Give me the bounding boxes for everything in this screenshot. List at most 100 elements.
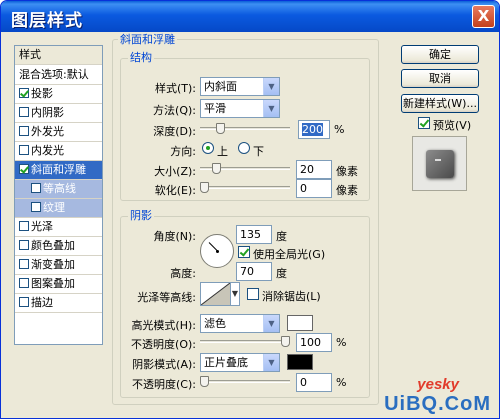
highlight-opacity-thumb[interactable] [281, 336, 290, 347]
direction-up-label[interactable]: 上 [217, 143, 228, 159]
style-enable-checkbox[interactable] [19, 259, 29, 269]
shadow-opacity-slider[interactable] [200, 376, 290, 388]
size-input[interactable]: 20 [296, 160, 332, 179]
altitude-label: 高度: [170, 267, 196, 280]
styles-list-header[interactable]: 样式 [15, 46, 102, 65]
style-list-item[interactable]: 斜面和浮雕 [15, 161, 102, 180]
style-enable-checkbox[interactable] [31, 202, 41, 212]
style-select-value: 内斜面 [204, 80, 237, 93]
soften-slider[interactable] [200, 182, 290, 194]
bevel-emboss-title: 斜面和浮雕 [118, 33, 177, 46]
shadow-opacity-input[interactable]: 0 [296, 373, 332, 392]
style-list-item-label: 颜色叠加 [31, 239, 75, 252]
highlight-color-swatch[interactable] [287, 315, 313, 331]
style-list-item[interactable]: 内发光 [15, 142, 102, 161]
style-list-item-label: 内发光 [31, 144, 64, 157]
style-list-item[interactable]: 渐变叠加 [15, 256, 102, 275]
technique-select[interactable]: 平滑 ▼ [200, 99, 280, 118]
chevron-down-icon[interactable]: ▼ [263, 315, 279, 332]
style-list-item-label: 内阴影 [31, 106, 64, 119]
highlight-opacity-input[interactable]: 100 [296, 333, 332, 352]
style-label: 样式(T): [154, 82, 196, 95]
style-enable-checkbox[interactable] [19, 221, 29, 231]
angle-label: 角度(N): [153, 230, 196, 243]
style-list-item[interactable]: 内阴影 [15, 104, 102, 123]
shadow-opacity-track [200, 380, 290, 383]
style-preview-swatch [426, 150, 454, 178]
shading-title: 阴影 [128, 209, 154, 222]
style-list-item-label: 斜面和浮雕 [31, 163, 86, 176]
altitude-input[interactable]: 70 [236, 262, 272, 281]
contour-preview-icon [200, 282, 231, 306]
shadow-mode-select[interactable]: 正片叠底 ▼ [200, 353, 280, 372]
shadow-color-swatch[interactable] [287, 354, 313, 370]
depth-slider-thumb[interactable] [216, 123, 225, 134]
new-style-button[interactable]: 新建样式(W)... [401, 94, 479, 113]
chevron-down-icon[interactable]: ▼ [263, 100, 279, 117]
direction-down-label[interactable]: 下 [253, 143, 264, 159]
gloss-contour-picker[interactable] [200, 282, 231, 306]
style-list-item[interactable]: 颜色叠加 [15, 237, 102, 256]
style-list-item-label: 渐变叠加 [31, 258, 75, 271]
style-list-item[interactable]: 光泽 [15, 218, 102, 237]
style-list-item-label: 图案叠加 [31, 277, 75, 290]
style-list-item-label: 外发光 [31, 125, 64, 138]
style-enable-checkbox[interactable] [19, 297, 29, 307]
chevron-down-icon[interactable]: ▼ [231, 282, 240, 306]
angle-input[interactable]: 135 [236, 225, 272, 244]
highlight-opacity-slider[interactable] [200, 336, 290, 348]
style-list-item[interactable]: 投影 [15, 85, 102, 104]
style-list-item[interactable]: 等高线 [15, 180, 102, 199]
style-enable-checkbox[interactable] [19, 107, 29, 117]
soften-input[interactable]: 0 [296, 179, 332, 198]
style-list-item[interactable]: 纹理 [15, 199, 102, 218]
soften-slider-thumb[interactable] [200, 182, 209, 193]
direction-label: 方向: [170, 145, 196, 158]
anti-alias-checkbox[interactable] [247, 288, 259, 300]
depth-label: 深度(D): [153, 125, 196, 138]
chevron-down-icon[interactable]: ▼ [263, 354, 279, 371]
angle-dial-center [216, 250, 219, 253]
chevron-down-icon[interactable]: ▼ [263, 78, 279, 95]
gloss-contour-label: 光泽等高线: [137, 291, 196, 304]
ok-button[interactable]: 确定 [401, 45, 479, 64]
style-list-item[interactable]: 混合选项:默认 [15, 66, 102, 85]
size-slider-thumb[interactable] [212, 163, 221, 174]
preview-label[interactable]: 预览(V) [433, 117, 471, 133]
shadow-opacity-thumb[interactable] [200, 376, 209, 387]
close-button[interactable]: X [472, 5, 495, 28]
style-enable-checkbox[interactable] [19, 240, 29, 250]
depth-unit: % [334, 123, 345, 136]
highlight-mode-select[interactable]: 滤色 ▼ [200, 314, 280, 333]
technique-label: 方法(Q): [153, 104, 196, 117]
style-list-item-label: 投影 [31, 87, 53, 100]
highlight-opacity-label: 不透明度(O): [131, 338, 196, 351]
style-enable-checkbox[interactable] [19, 88, 29, 98]
style-preview [412, 136, 467, 191]
preview-checkbox[interactable] [418, 117, 430, 129]
global-light-label[interactable]: 使用全局光(G) [253, 246, 325, 262]
style-select[interactable]: 内斜面 ▼ [200, 77, 280, 96]
depth-input[interactable]: 200 [298, 120, 330, 139]
style-enable-checkbox[interactable] [19, 278, 29, 288]
style-list-item-label: 光泽 [31, 220, 53, 233]
direction-down-radio[interactable] [238, 142, 250, 154]
style-list-item[interactable]: 外发光 [15, 123, 102, 142]
anti-alias-label[interactable]: 消除锯齿(L) [262, 288, 321, 304]
highlight-opacity-track [200, 340, 290, 343]
style-enable-checkbox[interactable] [31, 183, 41, 193]
style-enable-checkbox[interactable] [19, 145, 29, 155]
global-light-checkbox[interactable] [238, 246, 250, 258]
depth-slider[interactable] [200, 123, 290, 135]
style-list-item[interactable]: 描边 [15, 294, 102, 313]
cancel-button[interactable]: 取消 [401, 69, 479, 88]
size-slider[interactable] [200, 163, 290, 175]
style-enable-checkbox[interactable] [19, 126, 29, 136]
window-title: 图层样式 [11, 11, 83, 31]
style-list-item[interactable]: 图案叠加 [15, 275, 102, 294]
direction-up-radio[interactable] [202, 142, 214, 154]
angle-dial[interactable] [200, 234, 234, 268]
size-label: 大小(Z): [154, 165, 196, 178]
highlight-mode-value: 滤色 [204, 317, 226, 330]
style-enable-checkbox[interactable] [19, 164, 29, 174]
